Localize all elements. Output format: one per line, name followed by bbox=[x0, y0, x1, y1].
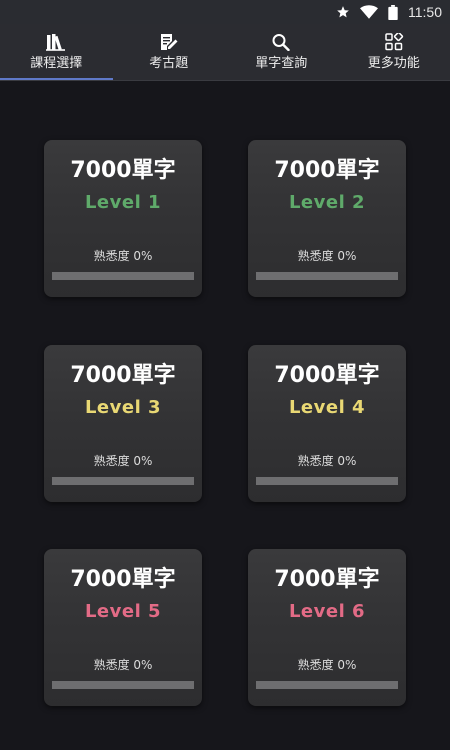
tab-bar: 課程選擇 考古題 單字查詢 更多功能 bbox=[0, 24, 450, 80]
tab-label: 課程選擇 bbox=[30, 56, 83, 71]
card-title: 7000單字 bbox=[70, 567, 176, 592]
card-title: 7000單字 bbox=[274, 363, 380, 388]
card-title: 7000單字 bbox=[70, 363, 176, 388]
progress-bar bbox=[256, 477, 398, 485]
card-familiarity: 熟悉度 0% bbox=[297, 658, 357, 672]
tab-label: 考古題 bbox=[149, 56, 189, 71]
course-card-level-3[interactable]: 7000單字 Level 3 熟悉度 0% bbox=[44, 345, 202, 502]
battery-icon bbox=[388, 4, 398, 20]
card-level: Level 4 bbox=[288, 397, 366, 418]
status-icons: 11:50 bbox=[336, 4, 442, 20]
course-card-level-1[interactable]: 7000單字 Level 1 熟悉度 0% bbox=[44, 140, 202, 297]
course-card-level-6[interactable]: 7000單字 Level 6 熟悉度 0% bbox=[248, 549, 406, 706]
tab-word-lookup[interactable]: 單字查詢 bbox=[225, 24, 338, 80]
course-card-level-2[interactable]: 7000單字 Level 2 熟悉度 0% bbox=[248, 140, 406, 297]
course-card-level-4[interactable]: 7000單字 Level 4 熟悉度 0% bbox=[248, 345, 406, 502]
course-grid: 7000單字 Level 1 熟悉度 0% 7000單字 Level 2 熟悉度… bbox=[0, 81, 450, 750]
edit-note-icon bbox=[159, 33, 179, 56]
status-time: 11:50 bbox=[408, 4, 442, 20]
card-level: Level 6 bbox=[288, 601, 366, 622]
card-title: 7000單字 bbox=[70, 158, 176, 183]
card-familiarity: 熟悉度 0% bbox=[93, 454, 153, 468]
status-bar: 11:50 bbox=[0, 0, 450, 24]
card-level: Level 3 bbox=[84, 397, 162, 418]
books-icon bbox=[46, 33, 66, 56]
tab-label: 更多功能 bbox=[367, 56, 420, 71]
progress-bar bbox=[52, 477, 194, 485]
card-familiarity: 熟悉度 0% bbox=[93, 249, 153, 263]
card-level: Level 2 bbox=[288, 192, 366, 213]
tab-label: 單字查詢 bbox=[255, 56, 308, 71]
card-level: Level 5 bbox=[84, 601, 162, 622]
apps-icon bbox=[384, 33, 404, 56]
card-title: 7000單字 bbox=[274, 158, 380, 183]
wifi-icon bbox=[360, 5, 378, 19]
tab-course-selection[interactable]: 課程選擇 bbox=[0, 24, 113, 80]
tab-past-exams[interactable]: 考古題 bbox=[113, 24, 226, 80]
card-level: Level 1 bbox=[84, 192, 162, 213]
progress-bar bbox=[52, 272, 194, 280]
card-familiarity: 熟悉度 0% bbox=[93, 658, 153, 672]
search-icon bbox=[271, 33, 291, 56]
card-familiarity: 熟悉度 0% bbox=[297, 249, 357, 263]
star-icon bbox=[336, 5, 350, 19]
course-card-level-5[interactable]: 7000單字 Level 5 熟悉度 0% bbox=[44, 549, 202, 706]
card-familiarity: 熟悉度 0% bbox=[297, 454, 357, 468]
progress-bar bbox=[256, 272, 398, 280]
tab-more-features[interactable]: 更多功能 bbox=[338, 24, 450, 80]
card-title: 7000單字 bbox=[274, 567, 380, 592]
progress-bar bbox=[256, 681, 398, 689]
progress-bar bbox=[52, 681, 194, 689]
